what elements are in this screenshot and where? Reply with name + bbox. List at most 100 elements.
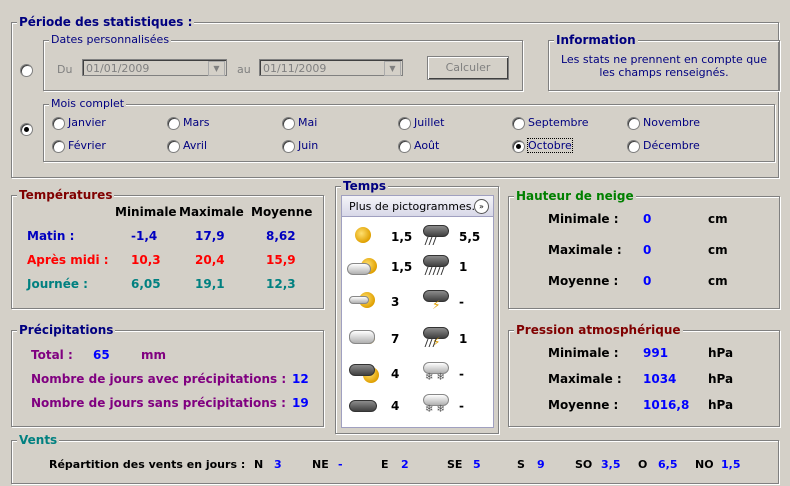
neige-unit: cm	[708, 274, 728, 288]
neige-value: 0	[643, 212, 652, 226]
periode-title: Période des statistiques :	[17, 15, 195, 29]
temps-right-value: 5,5	[459, 230, 481, 244]
chevron-down-icon[interactable]: ▼	[208, 61, 225, 76]
info-title: Information	[554, 33, 638, 47]
mois-title: Mois complet	[49, 97, 127, 110]
sun-icon	[349, 225, 375, 247]
temps-left-value: 3	[391, 295, 400, 309]
precip-avec-value: 12	[292, 372, 309, 386]
vent-value: -	[338, 458, 343, 471]
dark-cloud-sun-icon	[349, 362, 379, 384]
cloud-shape	[423, 225, 449, 237]
heavy-rain-icon	[421, 255, 449, 277]
precip-title: Précipitations	[17, 323, 116, 337]
month-radio-juin[interactable]	[282, 140, 295, 153]
col-minimale: Minimale	[115, 205, 177, 219]
month-radio-août[interactable]	[398, 140, 411, 153]
cloud-shape	[349, 330, 375, 344]
snow-icon: ❄ ❄	[421, 394, 449, 416]
temp-max: 19,1	[195, 277, 225, 291]
temp-row-label: Après midi :	[27, 253, 109, 267]
rain-drop	[432, 237, 437, 245]
rain-drop	[440, 267, 445, 275]
month-label-avril: Avril	[183, 139, 208, 152]
au-input[interactable]: 01/11/2009 ▼	[259, 59, 403, 76]
au-label: au	[237, 63, 251, 76]
month-radio-mai[interactable]	[282, 117, 295, 130]
sun-shape	[355, 227, 371, 243]
month-radio-janvier[interactable]	[52, 117, 65, 130]
month-radio-décembre[interactable]	[627, 140, 640, 153]
neige-unit: cm	[708, 212, 728, 226]
dates-radio[interactable]	[20, 64, 33, 77]
month-radio-juillet[interactable]	[398, 117, 411, 130]
info-text-2: les champs renseignés.	[599, 66, 729, 79]
col-moyenne: Moyenne	[251, 205, 313, 219]
month-radio-février[interactable]	[52, 140, 65, 153]
mois-radio[interactable]	[20, 123, 33, 136]
temp-moy: 12,3	[266, 277, 296, 291]
chevron-down-icon[interactable]: »	[474, 199, 489, 214]
temp-max: 20,4	[195, 253, 225, 267]
temp-min: 10,3	[131, 253, 161, 267]
precip-total-label: Total :	[31, 348, 73, 362]
temps-left-value: 7	[391, 332, 400, 346]
vent-value: 6,5	[658, 458, 678, 471]
fog-sun-icon	[349, 290, 375, 312]
info-frame: Information Les stats ne prennent en com…	[548, 33, 780, 91]
rain-storm-icon: ⚡	[421, 327, 449, 349]
col-maximale: Maximale	[179, 205, 244, 219]
vent-value: 3	[274, 458, 282, 471]
temp-min: -1,4	[131, 229, 158, 243]
chevron-down-icon[interactable]: ▼	[384, 61, 401, 76]
cloud-shape	[349, 364, 375, 376]
vent-dir: NO	[695, 458, 714, 471]
du-value: 01/01/2009	[86, 62, 150, 75]
pression-value: 1016,8	[643, 398, 690, 412]
month-label-janvier: Janvier	[68, 116, 106, 129]
cloud-shape	[349, 296, 369, 304]
du-input[interactable]: 01/01/2009 ▼	[82, 59, 227, 76]
month-label-mai: Mai	[298, 116, 318, 129]
month-radio-octobre[interactable]	[512, 140, 525, 153]
temps-left-value: 4	[391, 399, 400, 413]
precip-total-unit: mm	[141, 348, 167, 362]
temps-right-value: -	[459, 399, 464, 413]
vent-dir: NE	[312, 458, 329, 471]
temp-row-label: Journée :	[27, 277, 88, 291]
calculer-button[interactable]: Calculer	[427, 56, 509, 80]
month-label-mars: Mars	[183, 116, 210, 129]
pression-label: Maximale :	[548, 372, 622, 386]
month-radio-mars[interactable]	[167, 117, 180, 130]
vent-value: 1,5	[721, 458, 741, 471]
pression-label: Moyenne :	[548, 398, 619, 412]
vents-title: Vents	[17, 433, 60, 447]
vent-dir: E	[381, 458, 389, 471]
storm-icon: ⚡	[421, 290, 449, 312]
cloud-shape	[347, 263, 371, 275]
precip-avec-label: Nombre de jours avec précipitations :	[31, 372, 287, 386]
dates-title: Dates personnalisées	[49, 33, 172, 46]
vent-value: 9	[537, 458, 545, 471]
vent-dir: S	[517, 458, 525, 471]
pictogram-dropdown[interactable]: Plus de pictogrammes... »	[342, 196, 493, 217]
month-label-décembre: Décembre	[643, 139, 700, 152]
temps-title: Temps	[341, 179, 388, 193]
pression-title: Pression atmosphérique	[514, 323, 683, 337]
month-radio-novembre[interactable]	[627, 117, 640, 130]
cloud-shape	[423, 255, 449, 267]
vent-dir: O	[638, 458, 648, 471]
temps-right-value: -	[459, 367, 464, 381]
lightning-shape: ⚡	[432, 298, 441, 312]
neige-value: 0	[643, 243, 652, 257]
month-radio-septembre[interactable]	[512, 117, 525, 130]
vent-value: 2	[401, 458, 409, 471]
neige-title: Hauteur de neige	[514, 189, 636, 203]
cloud-sun-icon	[349, 327, 375, 349]
au-value: 01/11/2009	[263, 62, 327, 75]
temperatures-title: Températures	[17, 188, 115, 202]
month-label-juillet: Juillet	[414, 116, 445, 129]
month-radio-avril[interactable]	[167, 140, 180, 153]
snow-shape: ❄ ❄	[425, 404, 445, 415]
month-label-octobre: Octobre	[527, 138, 573, 153]
